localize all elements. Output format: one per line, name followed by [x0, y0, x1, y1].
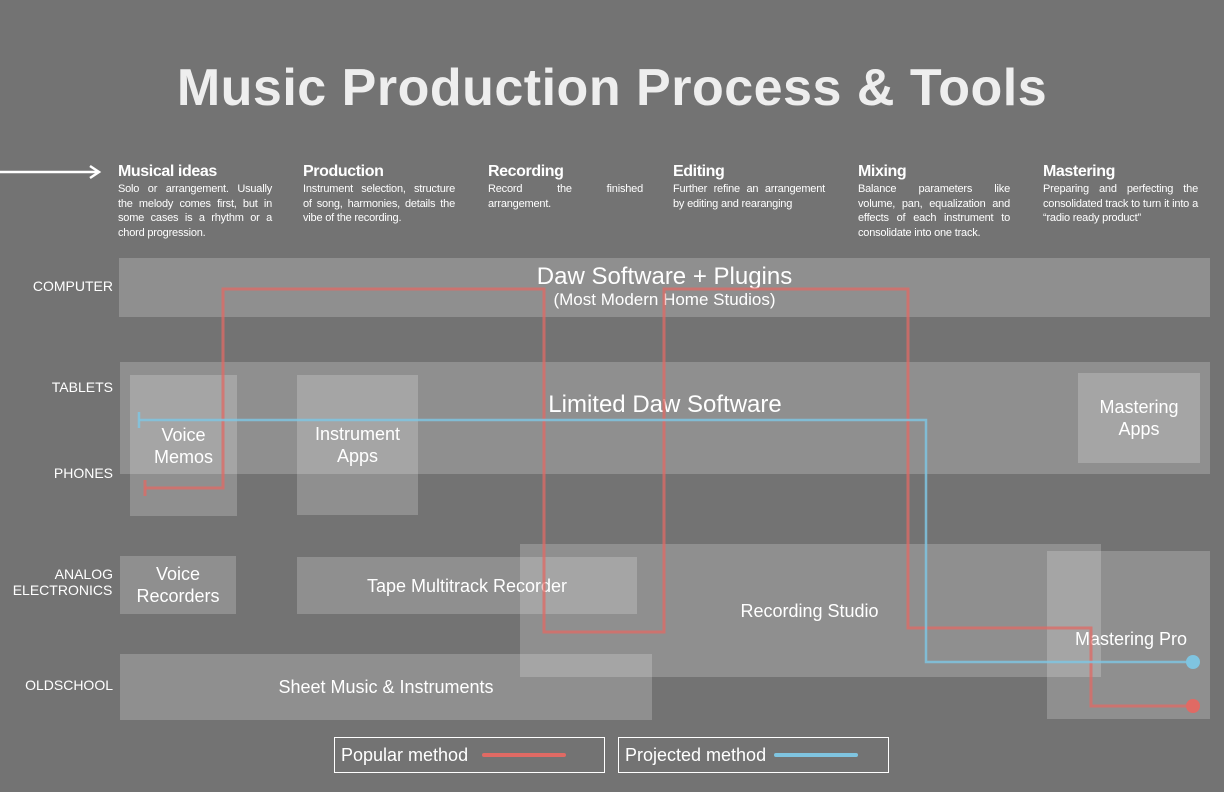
stage-musical-ideas: Musical ideas Solo or arrangement. Usual…: [118, 162, 288, 240]
box-sheet-music: Sheet Music & Instruments: [120, 654, 652, 720]
box-label: Apps: [336, 446, 378, 466]
box-daw-software: Daw Software + Plugins (Most Modern Home…: [119, 258, 1210, 317]
box-label: Mastering Pro: [1074, 628, 1188, 649]
row-label-analog: ANALOG: [54, 566, 113, 582]
box-limited-daw: Limited Daw Software: [120, 362, 1210, 474]
stage-name: Production: [303, 163, 384, 180]
row-label-tablets: TABLETS: [51, 379, 113, 395]
box-label: Recording Studio: [740, 600, 879, 621]
legend-projected: Projected method: [618, 737, 889, 773]
row-label-phones: PHONES: [53, 465, 113, 481]
legend-projected-label: Projected method: [625, 744, 767, 765]
box-label: Instrument: [314, 424, 401, 444]
stage-description: Solo or arrangement. Usually the melody …: [118, 183, 272, 239]
box-label: Recorders: [136, 586, 220, 606]
page-title: Music Production Process & Tools: [176, 59, 1048, 117]
row-label-computer: COMPUTER: [32, 278, 113, 294]
stage-editing: Editing Further refine an arrangement by…: [673, 162, 843, 211]
row-label-oldschool: OLDSCHOOL: [25, 677, 113, 693]
stage-mixing: Mixing Balance parameters like volume, p…: [858, 162, 1028, 240]
stage-description: Record the finished arrangement.: [488, 183, 643, 210]
stage-recording: Recording Record the finished arrangemen…: [488, 162, 658, 211]
stage-name: Mastering: [1043, 163, 1115, 180]
box-instrument-apps: Instrument Apps: [297, 375, 418, 515]
legend-projected-swatch: [774, 753, 859, 757]
box-voice-recorders: Voice Recorders: [120, 556, 236, 614]
legend-popular: Popular method: [334, 737, 605, 773]
stage-description: Instrument selection, structure of song,…: [303, 183, 455, 224]
box-label: Limited Daw Software: [548, 391, 782, 418]
box-sublabel: (Most Modern Home Studios): [553, 290, 776, 309]
process-arrow: [0, 164, 102, 180]
box-mastering-apps: Mastering Apps: [1078, 373, 1200, 463]
box-label: Sheet Music & Instruments: [278, 677, 494, 697]
legend-popular-label: Popular method: [341, 744, 469, 765]
box-mastering-pro: Mastering Pro: [1047, 551, 1210, 719]
stage-production: Production Instrument selection, structu…: [303, 162, 473, 226]
box-label: Mastering: [1099, 397, 1179, 417]
stage-description: Preparing and perfecting the consolidate…: [1043, 183, 1198, 224]
row-label-electronics: ELECTRONICS: [12, 582, 113, 598]
stage-name: Recording: [488, 163, 564, 180]
box-label: Memos: [153, 446, 213, 467]
box-label: Daw Software + Plugins: [536, 263, 793, 290]
box-label: Voice: [155, 564, 201, 584]
stage-mastering: Mastering Preparing and perfecting the c…: [1043, 162, 1213, 226]
stage-name: Mixing: [858, 163, 907, 180]
stage-description: Further refine an arrangement by editing…: [673, 183, 825, 210]
stage-name: Musical ideas: [118, 163, 217, 180]
stage-description: Balance parameters like volume, pan, equ…: [858, 183, 1010, 239]
box-label: Apps: [1118, 419, 1160, 439]
box-voice-memos: Voice Memos: [130, 375, 237, 516]
box-label: Voice: [161, 424, 206, 445]
stage-name: Editing: [673, 163, 725, 180]
legend-popular-swatch: [482, 753, 567, 757]
